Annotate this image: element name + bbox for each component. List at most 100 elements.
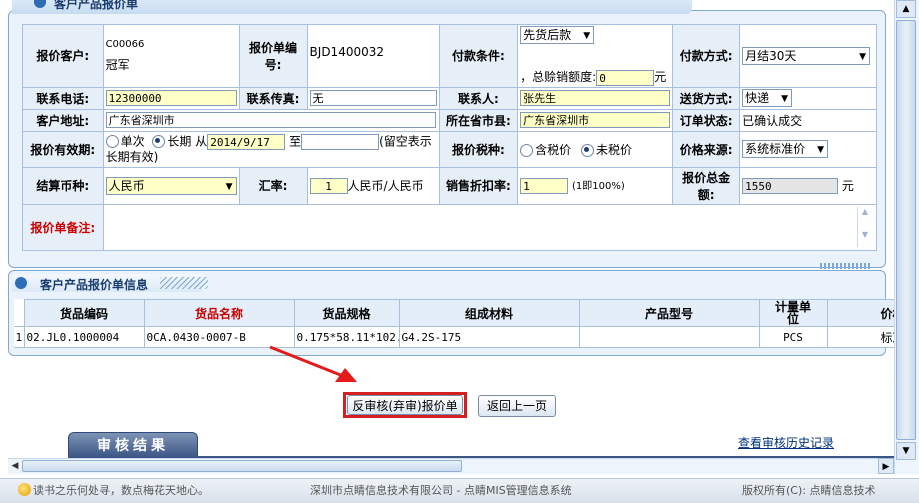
order-status-label: 订单状态: bbox=[672, 108, 741, 132]
payment-terms-select[interactable]: 先货后款 ▼ bbox=[520, 26, 595, 44]
scroll-down-icon[interactable]: ▼ bbox=[896, 442, 916, 460]
from-label: 从 bbox=[195, 134, 208, 148]
cell-unit: PCS bbox=[758, 326, 828, 348]
validity-cell: 单次 长期 从 2014/9/17 至 (留空表示长期有效) bbox=[102, 130, 440, 168]
fax-input[interactable]: 无 bbox=[309, 90, 437, 106]
unaudit-quote-button[interactable]: 反审核(弃审)报价单 bbox=[347, 395, 463, 415]
vertical-scroll-thumb[interactable] bbox=[896, 20, 916, 440]
total-credit-label: ，总赊销额度: bbox=[520, 70, 597, 84]
payment-method-value: 月结30天 bbox=[745, 48, 797, 63]
total-unit: 元 bbox=[841, 178, 854, 193]
header-spec[interactable]: 货品规格 bbox=[293, 299, 400, 327]
validity-once-radio[interactable] bbox=[105, 135, 119, 148]
address-input[interactable]: 广东省深圳市 bbox=[105, 112, 436, 128]
price-source-value: 系统标准价 bbox=[745, 142, 806, 156]
contact-input[interactable]: 张先生 bbox=[520, 90, 671, 106]
remark-scrollbar[interactable]: ▲ ▼ bbox=[857, 206, 872, 247]
tax-excl-label: 未税价 bbox=[596, 142, 633, 157]
lightbulb-icon bbox=[18, 483, 31, 496]
province-input[interactable]: 广东省深圳市 bbox=[520, 112, 671, 128]
rate-label: 汇率: bbox=[238, 166, 308, 205]
delivery-value: 快递 bbox=[745, 91, 770, 105]
chevron-down-icon: ▼ bbox=[225, 181, 233, 192]
currency-select[interactable]: 人民币 ▼ bbox=[105, 176, 237, 195]
tax-incl-label: 含税价 bbox=[535, 142, 572, 157]
panel-bullet-icon bbox=[15, 277, 27, 289]
phone-input[interactable]: 12300000 bbox=[105, 90, 237, 106]
rate-unit: 人民币/人民币 bbox=[347, 178, 424, 193]
scroll-down-icon[interactable]: ▼ bbox=[858, 230, 872, 239]
table-row[interactable]: 1 02.JL0.1000004 0CA.0430-0007-B 0.175*5… bbox=[14, 326, 919, 348]
delivery-label: 送货方式: bbox=[672, 86, 741, 110]
header-unit[interactable]: 计量单位 bbox=[758, 299, 828, 327]
price-source-select[interactable]: 系统标准价 ▼ bbox=[742, 140, 829, 158]
customer-code: C00066 bbox=[105, 38, 145, 50]
audit-result-tab[interactable]: 审核结果 bbox=[68, 432, 198, 458]
rate-input[interactable]: 1 bbox=[309, 178, 348, 195]
cell-material: G4.2S-175 bbox=[398, 326, 580, 348]
product-grid: 货品编码 货品名称 货品规格 组成材料 产品型号 计量单位 价格来 1 02.J… bbox=[14, 299, 919, 348]
contact-label: 联系人: bbox=[438, 86, 519, 110]
validity-long-label: 长期 bbox=[167, 134, 192, 148]
scroll-left-icon[interactable]: ◀ bbox=[8, 458, 22, 474]
panel-resize-grip[interactable] bbox=[820, 263, 872, 269]
audit-history-link[interactable]: 查看审核历史记录 bbox=[738, 434, 834, 451]
total-credit-unit: 元 bbox=[654, 70, 667, 84]
chevron-down-icon: ▼ bbox=[583, 31, 591, 41]
chevron-down-icon: ▼ bbox=[817, 145, 825, 155]
annotation-arrow bbox=[269, 345, 357, 382]
back-button[interactable]: 返回上一页 bbox=[478, 395, 556, 417]
quote-form: 报价客户: C00066 冠军 报价单编号: BJD1400032 付款条件: … bbox=[22, 24, 878, 251]
scroll-up-icon[interactable]: ▲ bbox=[858, 207, 872, 216]
validity-once-label: 单次 bbox=[120, 134, 145, 148]
quote-panel-title: 客户产品报价单 bbox=[54, 0, 139, 11]
remark-textarea[interactable]: ▲ ▼ bbox=[102, 203, 878, 251]
province-label: 所在省市县: bbox=[438, 108, 519, 132]
currency-label: 结算币种: bbox=[22, 166, 104, 205]
total-credit-input[interactable]: 0 bbox=[596, 69, 655, 86]
discount-label: 销售折扣率: bbox=[438, 166, 519, 205]
horizontal-scroll-thumb[interactable] bbox=[22, 460, 462, 472]
discount-input[interactable]: 1 bbox=[520, 177, 569, 194]
cell-model bbox=[578, 326, 760, 348]
phone-label: 联系电话: bbox=[22, 86, 104, 110]
quote-detail-title: 客户产品报价单信息 bbox=[40, 278, 149, 292]
validity-label: 报价有效期: bbox=[22, 130, 104, 168]
scroll-up-icon[interactable]: ▲ bbox=[896, 0, 916, 18]
order-status-value: 已确认成交 bbox=[739, 108, 877, 132]
payment-terms-label: 付款条件: bbox=[438, 24, 519, 88]
title-hatch-decoration bbox=[160, 277, 208, 289]
header-model[interactable]: 产品型号 bbox=[578, 299, 760, 327]
to-label: 至 bbox=[289, 134, 302, 148]
status-company: 深圳市点睛信息技术有限公司 - 点睛MIS管理信息系统 bbox=[310, 484, 572, 497]
total-label: 报价总金额: bbox=[672, 166, 741, 205]
validity-long-radio[interactable] bbox=[152, 135, 166, 148]
quote-no-label: 报价单编号: bbox=[238, 24, 308, 88]
payment-method-label: 付款方式: bbox=[672, 24, 741, 88]
header-name[interactable]: 货品名称 bbox=[143, 299, 295, 327]
tax-incl-radio[interactable] bbox=[520, 143, 534, 157]
header-material[interactable]: 组成材料 bbox=[398, 299, 580, 327]
cell-code: 02.JL0.1000004 bbox=[23, 326, 145, 348]
status-motto: 读书之乐何处寻，数点梅花天地心。 bbox=[33, 484, 209, 497]
chevron-down-icon: ▼ bbox=[859, 51, 867, 62]
date-from-input[interactable]: 2014/9/17 bbox=[207, 133, 286, 150]
tax-label: 报价税种: bbox=[438, 130, 519, 168]
payment-terms-value: 先货后款 bbox=[523, 28, 572, 42]
customer-label: 报价客户: bbox=[22, 24, 104, 88]
payment-method-cell: 月结30天 ▼ bbox=[739, 24, 877, 88]
price-source-label: 价格来源: bbox=[672, 130, 741, 168]
header-code[interactable]: 货品编码 bbox=[23, 299, 145, 327]
delivery-select[interactable]: 快递 ▼ bbox=[742, 89, 793, 107]
customer-name: 冠军 bbox=[105, 57, 130, 72]
payment-method-select[interactable]: 月结30天 ▼ bbox=[742, 46, 871, 65]
row-index-header bbox=[14, 299, 24, 327]
quote-panel-title-bar: 客户产品报价单 bbox=[12, 0, 692, 14]
tax-excl-radio[interactable] bbox=[581, 143, 595, 157]
row-index: 1 bbox=[14, 326, 25, 348]
tax-cell: 含税价 未税价 bbox=[517, 130, 674, 168]
date-to-input[interactable] bbox=[301, 133, 380, 150]
discount-note: (1即100%) bbox=[572, 181, 625, 193]
panel-bullet-icon bbox=[34, 0, 46, 8]
scroll-right-icon[interactable]: ▶ bbox=[878, 458, 894, 474]
